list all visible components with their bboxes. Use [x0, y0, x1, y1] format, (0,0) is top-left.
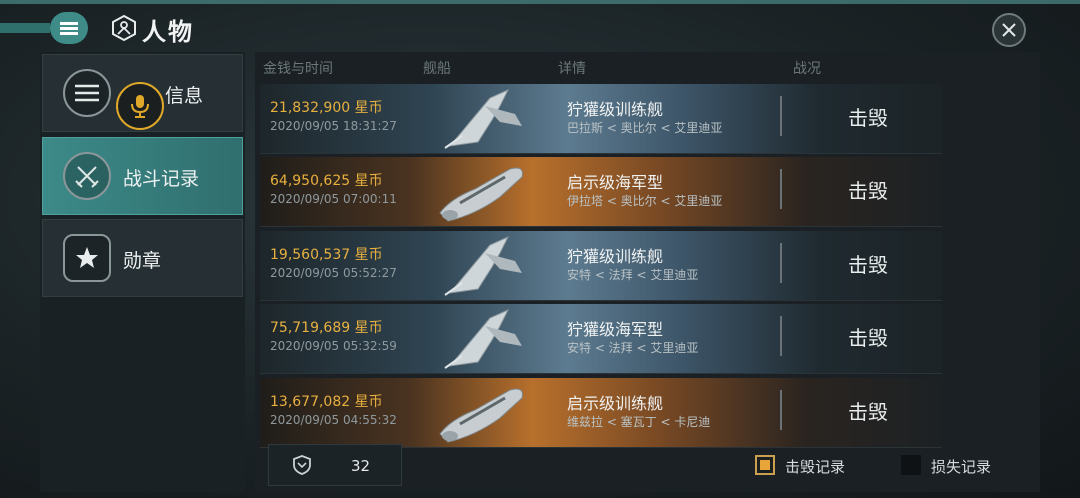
bounty-amount: 21,832,900 星币	[270, 100, 383, 116]
kill-record-checkbox[interactable]	[755, 455, 775, 475]
combat-record-row[interactable]: 64,950,625 星币 2020/09/05 07:00:11 启示级海军型伊拉…	[260, 157, 942, 227]
row-divider	[780, 390, 782, 430]
sidebar-item-medals[interactable]: 勋章	[42, 219, 243, 297]
ship-image	[430, 86, 540, 152]
loss-record-label: 损失记录	[931, 458, 992, 476]
record-time: 2020/09/05 18:31:27	[270, 119, 397, 133]
sidebar-item-label: 信息	[165, 85, 204, 107]
location-route: 伊拉塔 < 奥比尔 < 艾里迪亚	[567, 194, 723, 208]
combat-status: 击毁	[848, 106, 888, 130]
combat-status: 击毁	[848, 179, 888, 203]
ship-image	[430, 159, 540, 225]
record-time: 2020/09/05 04:55:32	[270, 413, 397, 427]
sidebar-item-combat-record[interactable]: 战斗记录	[42, 137, 243, 215]
bounty-amount: 19,560,537 星币	[270, 247, 383, 263]
hamburger-icon	[60, 21, 78, 35]
kill-count-box: 32	[268, 444, 402, 486]
record-time: 2020/09/05 05:52:27	[270, 266, 397, 280]
ship-image	[430, 233, 540, 299]
row-divider	[780, 243, 782, 283]
crossed-swords-icon	[63, 152, 111, 200]
location-route: 巴拉斯 < 奥比尔 < 艾里迪亚	[567, 121, 723, 135]
header-status: 战况	[793, 61, 821, 77]
microphone-icon	[131, 95, 149, 118]
combat-record-panel: 金钱与时间 舰船 详情 战况 21,832,900 星币 2020/09/05 1…	[255, 52, 1040, 492]
sidebar-item-label: 勋章	[123, 250, 162, 272]
close-button[interactable]	[992, 13, 1026, 47]
page-title: 人物	[142, 18, 194, 46]
combat-status: 击毁	[848, 253, 888, 277]
combat-record-row[interactable]: 75,719,689 星币 2020/09/05 05:32:59 狞獾级海军型安特…	[260, 304, 942, 374]
row-divider	[780, 96, 782, 136]
loss-record-checkbox[interactable]	[901, 455, 921, 475]
bounty-amount: 64,950,625 星币	[270, 173, 383, 189]
record-time: 2020/09/05 05:32:59	[270, 339, 397, 353]
star-badge-icon	[63, 234, 111, 282]
sidebar-item-label: 战斗记录	[123, 168, 200, 190]
kill-record-label: 击毁记录	[785, 458, 846, 476]
location-route: 安特 < 法拜 < 艾里迪亚	[567, 341, 699, 355]
checkbox-fill	[760, 460, 770, 470]
kill-count: 32	[351, 457, 371, 475]
header-ship: 舰船	[423, 61, 451, 77]
bounty-amount: 75,719,689 星币	[270, 320, 383, 336]
shield-icon	[293, 455, 311, 475]
ship-name: 狞獾级训练舰	[567, 247, 664, 266]
row-divider	[780, 316, 782, 356]
location-route: 维兹拉 < 塞瓦丁 < 卡尼迪	[567, 415, 711, 429]
location-route: 安特 < 法拜 < 艾里迪亚	[567, 268, 699, 282]
ship-name: 狞獾级训练舰	[567, 100, 664, 119]
ship-name: 狞獾级海军型	[567, 320, 664, 339]
ship-image	[430, 306, 540, 372]
combat-record-row[interactable]: 13,677,082 星币 2020/09/05 04:55:32 启示级训练舰维兹…	[260, 378, 942, 448]
bounty-amount: 13,677,082 星币	[270, 394, 383, 410]
close-icon	[1002, 23, 1016, 37]
combat-status: 击毁	[848, 400, 888, 424]
voice-chat-button[interactable]	[116, 82, 164, 130]
header-money-time: 金钱与时间	[263, 61, 333, 77]
combat-status: 击毁	[848, 326, 888, 350]
character-cube-icon	[112, 14, 136, 42]
header: 人物	[0, 4, 1080, 50]
ship-name: 启示级训练舰	[567, 394, 664, 413]
list-icon	[63, 69, 111, 117]
header-details: 详情	[558, 61, 586, 77]
ship-image	[430, 380, 540, 446]
combat-record-row[interactable]: 21,832,900 星币 2020/09/05 18:31:27 狞獾级训练舰巴拉…	[260, 84, 942, 154]
menu-button[interactable]	[0, 12, 88, 44]
ship-name: 启示级海军型	[567, 173, 664, 192]
combat-record-row[interactable]: 19,560,537 星币 2020/09/05 05:52:27 狞獾级训练舰安特…	[260, 231, 942, 301]
record-time: 2020/09/05 07:00:11	[270, 192, 397, 206]
row-divider	[780, 169, 782, 209]
